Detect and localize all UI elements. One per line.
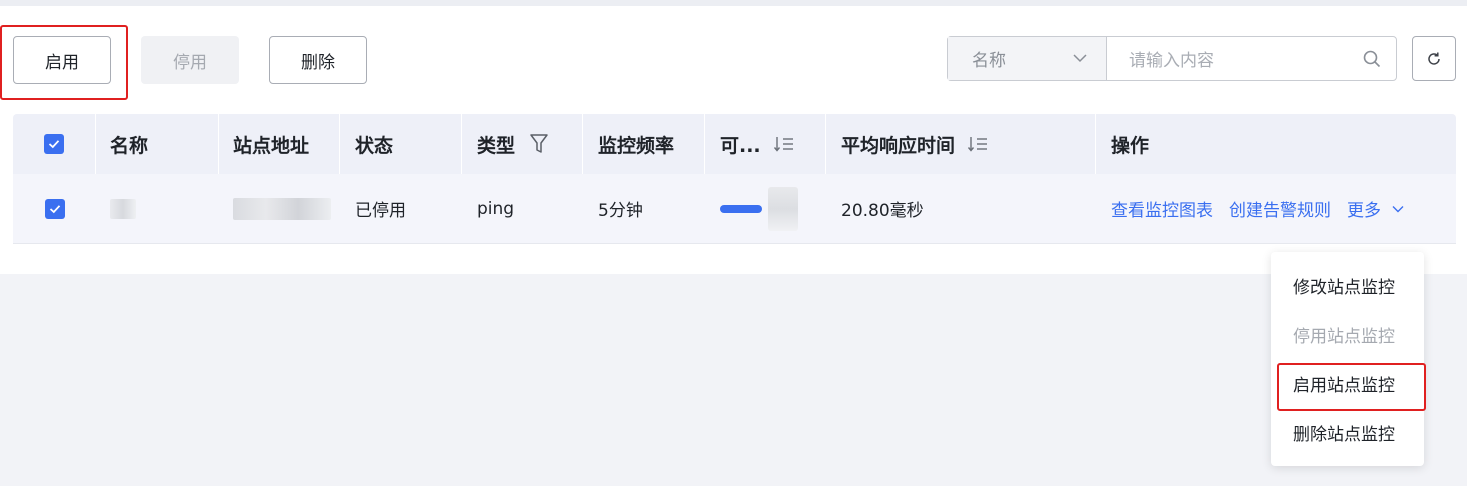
row-name-redacted xyxy=(96,174,219,243)
table-header: 名称 站点地址 状态 类型 监控频率 可... 平均响应时间 操作 xyxy=(13,114,1456,174)
search-field-select[interactable]: 名称 xyxy=(948,37,1107,80)
sort-icon[interactable] xyxy=(967,135,989,153)
header-operations: 操作 xyxy=(1111,134,1150,157)
sort-icon[interactable] xyxy=(773,135,795,153)
row-type: ping xyxy=(477,198,515,219)
header-select-all[interactable] xyxy=(13,114,96,174)
header-type-label: 类型 xyxy=(477,134,516,157)
redacted-availability xyxy=(768,186,798,231)
view-chart-link[interactable]: 查看监控图表 xyxy=(1111,196,1213,221)
row-avg-response: 20.80毫秒 xyxy=(841,201,924,221)
create-alert-link[interactable]: 创建告警规则 xyxy=(1229,196,1331,221)
header-avg-response: 平均响应时间 xyxy=(826,114,1096,174)
header-name: 名称 xyxy=(96,114,219,174)
header-frequency: 监控频率 xyxy=(583,114,705,174)
checkbox-checked-icon[interactable] xyxy=(44,134,64,154)
row-availability xyxy=(705,174,826,243)
redacted-url xyxy=(233,197,331,220)
row-select[interactable] xyxy=(13,174,96,243)
search-group: 名称 请输入内容 xyxy=(947,36,1397,81)
menu-item-delete-monitor[interactable]: 删除站点监控 xyxy=(1271,412,1424,452)
more-dropdown-trigger[interactable]: 更多 xyxy=(1347,196,1405,221)
row-operations: 查看监控图表 创建告警规则 更多 xyxy=(1096,174,1456,243)
refresh-icon xyxy=(1428,52,1440,65)
checkbox-checked-icon[interactable] xyxy=(44,198,65,219)
menu-item-edit-monitor[interactable]: 修改站点监控 xyxy=(1271,265,1424,305)
header-availability: 可... xyxy=(705,114,826,174)
row-url-redacted xyxy=(219,174,340,243)
header-status: 状态 xyxy=(340,114,462,174)
disable-button[interactable]: 停用 xyxy=(141,36,239,84)
more-label: 更多 xyxy=(1347,201,1381,221)
header-avg-response-label: 平均响应时间 xyxy=(841,134,956,157)
table-row[interactable]: 已停用 ping 5分钟 20.80毫秒 查看监控图表 创建告警规则 更多 xyxy=(13,174,1456,244)
search-icon[interactable] xyxy=(1362,49,1382,69)
search-input-placeholder: 请输入内容 xyxy=(1129,51,1214,71)
monitor-table: 名称 站点地址 状态 类型 监控频率 可... 平均响应时间 操作 已停用 pi… xyxy=(13,114,1456,244)
search-input[interactable]: 请输入内容 xyxy=(1107,37,1396,80)
availability-bar xyxy=(720,204,762,213)
header-availability-label: 可... xyxy=(720,134,761,157)
filter-icon[interactable] xyxy=(529,133,549,155)
highlight-box-enable-monitor xyxy=(1277,363,1426,411)
redacted-name xyxy=(110,198,136,219)
row-frequency: 5分钟 xyxy=(598,201,643,221)
row-status: 已停用 xyxy=(355,201,406,221)
menu-item-disable-monitor[interactable]: 停用站点监控 xyxy=(1271,314,1424,354)
main-panel: 启用 停用 删除 名称 请输入内容 名称 站点地址 状态 类型 监控频率 可..… xyxy=(0,6,1467,274)
highlight-box-enable xyxy=(0,25,128,100)
more-dropdown-menu: 修改站点监控 停用站点监控 启用站点监控 删除站点监控 xyxy=(1271,252,1424,466)
refresh-button[interactable] xyxy=(1412,36,1456,81)
chevron-down-icon xyxy=(1073,54,1087,63)
search-field-select-value: 名称 xyxy=(972,51,1006,71)
header-type: 类型 xyxy=(462,114,583,174)
header-url: 站点地址 xyxy=(219,114,340,174)
chevron-down-icon xyxy=(1392,205,1404,212)
delete-button[interactable]: 删除 xyxy=(269,36,367,84)
